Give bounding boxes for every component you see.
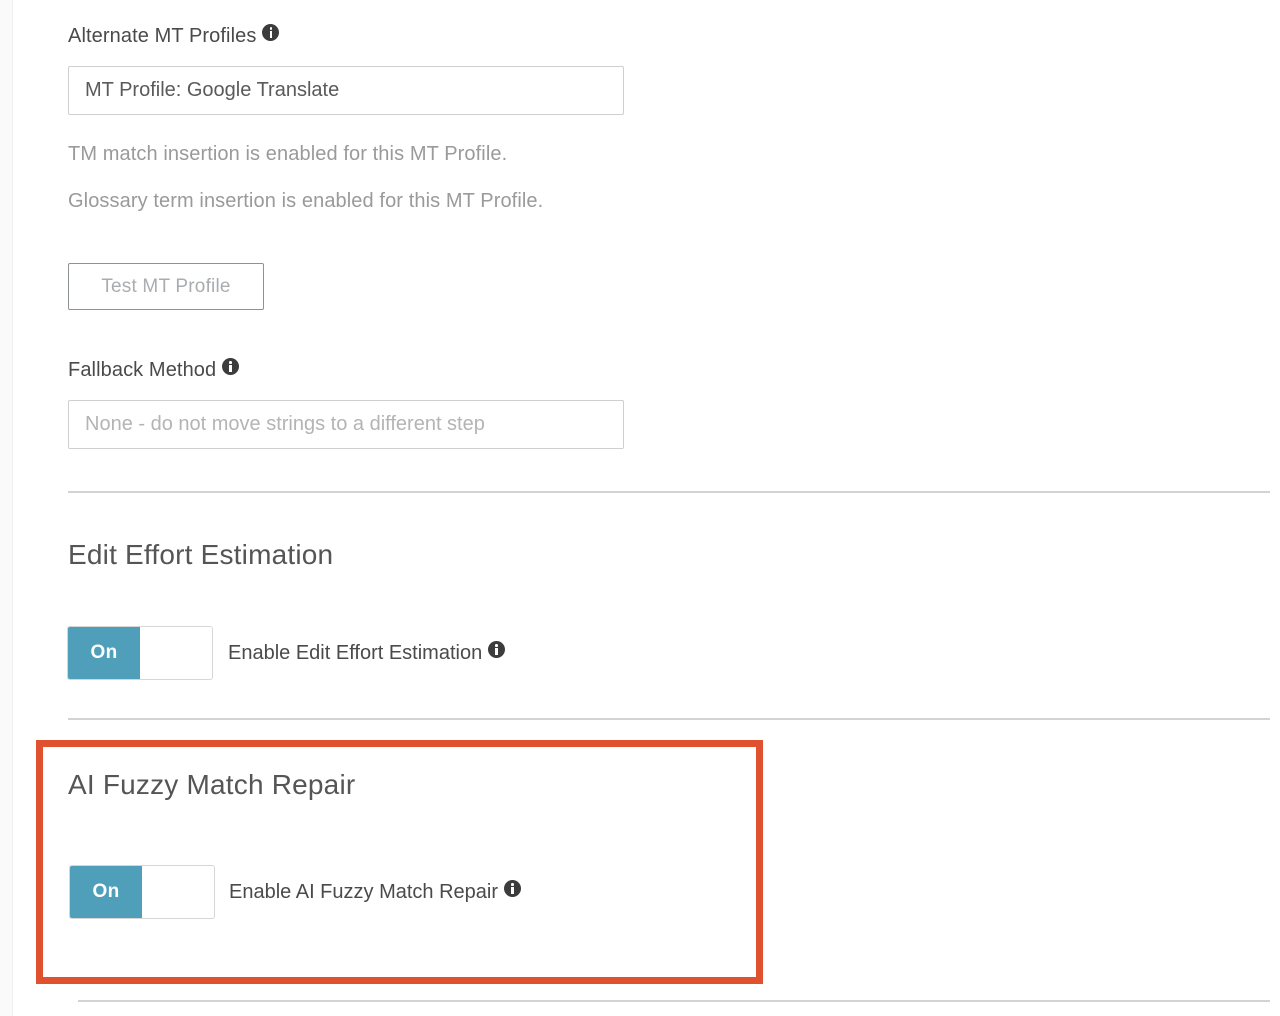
toggle-on-label: On — [70, 866, 142, 918]
alternate-mt-profiles-label: Alternate MT Profiles — [68, 24, 280, 48]
toggle-knob[interactable] — [140, 627, 212, 679]
info-icon[interactable] — [488, 641, 506, 658]
settings-panel: Alternate MT Profiles TM match insertion… — [0, 0, 1280, 1016]
info-icon[interactable] — [222, 358, 240, 375]
ai-fuzzy-match-repair-toggle-description: Enable AI Fuzzy Match Repair — [229, 880, 522, 904]
edit-effort-estimation-toggle-description: Enable Edit Effort Estimation — [228, 641, 506, 665]
fallback-method-label: Fallback Method — [68, 358, 240, 382]
tm-match-insertion-note: TM match insertion is enabled for this M… — [68, 143, 508, 165]
ai-fuzzy-match-repair-heading: AI Fuzzy Match Repair — [68, 769, 356, 800]
fallback-method-input[interactable] — [68, 400, 624, 449]
fallback-method-label-text: Fallback Method — [68, 359, 217, 381]
alternate-mt-profiles-input[interactable] — [68, 66, 624, 115]
toggle-on-label: On — [68, 627, 140, 679]
section-divider — [68, 718, 1270, 720]
ai-fuzzy-match-repair-toggle[interactable]: On — [70, 866, 214, 918]
ai-fuzzy-match-repair-toggle-text: Enable AI Fuzzy Match Repair — [229, 881, 499, 903]
edit-effort-estimation-toggle[interactable]: On — [68, 627, 212, 679]
alternate-mt-profiles-label-text: Alternate MT Profiles — [68, 25, 257, 47]
section-divider — [68, 491, 1270, 493]
info-icon[interactable] — [504, 880, 522, 897]
test-mt-profile-button[interactable]: Test MT Profile — [68, 263, 264, 310]
toggle-knob[interactable] — [142, 866, 214, 918]
glossary-term-insertion-note: Glossary term insertion is enabled for t… — [68, 190, 544, 212]
edit-effort-estimation-toggle-text: Enable Edit Effort Estimation — [228, 642, 483, 664]
info-icon[interactable] — [262, 24, 280, 41]
edit-effort-estimation-heading: Edit Effort Estimation — [68, 539, 334, 570]
section-divider — [78, 1000, 1270, 1002]
